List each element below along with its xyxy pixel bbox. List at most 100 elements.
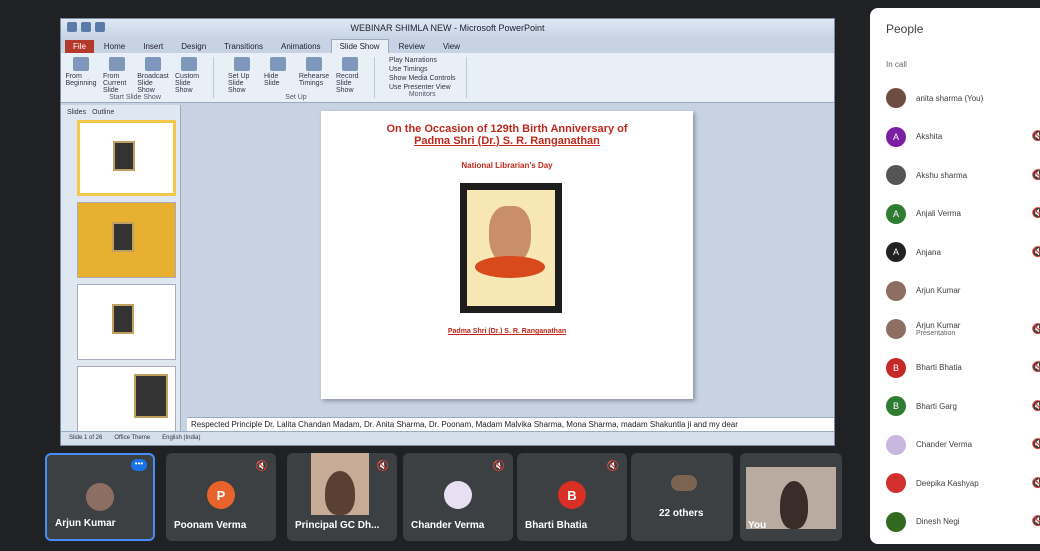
redo-icon[interactable] (95, 22, 105, 32)
quick-access-toolbar[interactable] (67, 22, 105, 32)
mic-off-icon: 🔇 (492, 461, 505, 472)
mic-off-icon[interactable]: 🔇 (1032, 208, 1040, 219)
tab-review[interactable]: Review (391, 40, 433, 53)
use-timings-checkbox[interactable]: Use Timings (389, 66, 456, 73)
slide-thumbnail-1[interactable] (77, 120, 176, 196)
avatar: B (558, 481, 586, 509)
mic-off-icon[interactable]: 🔇 (1032, 324, 1040, 335)
avatar: B (886, 357, 906, 378)
mic-off-icon[interactable]: 🔇 (1032, 170, 1040, 181)
portrait-image (460, 183, 562, 313)
mic-off-icon[interactable]: 🔇 (1032, 131, 1040, 142)
avatar (886, 280, 906, 301)
rehearse-timings-button[interactable]: Rehearse Timings (299, 57, 329, 94)
tab-insert[interactable]: Insert (135, 40, 171, 53)
slide-thumbnail-4[interactable] (77, 366, 176, 431)
tab-home[interactable]: Home (96, 40, 133, 53)
play-narrations-checkbox[interactable]: Play Narrations (389, 57, 456, 64)
portrait-thumbnail-icon (112, 140, 135, 171)
participant-row[interactable]: anita sharma (You) (886, 79, 1040, 118)
participant-name: anita sharma (You) (916, 93, 984, 103)
participant-row[interactable]: B Bharti Bhatia 🔇 (886, 349, 1040, 388)
tab-view[interactable]: View (435, 40, 468, 53)
setup-icon (234, 57, 250, 71)
participant-row[interactable]: B Bharti Garg 🔇 (886, 387, 1040, 426)
slide-thumbnail-2[interactable] (77, 202, 176, 278)
participant-name: Anjana (916, 247, 941, 257)
avatar: A (886, 242, 906, 263)
tile-poonam-verma[interactable]: 🔇 P Poonam Verma (166, 453, 276, 541)
from-beginning-button[interactable]: From Beginning (65, 57, 97, 94)
participant-row[interactable]: A Anjana 🔇 (886, 233, 1040, 272)
participant-name: Chander Verma (916, 440, 973, 450)
tile-self[interactable]: You (740, 453, 842, 541)
people-panel-title: People (886, 22, 924, 36)
participant-name: Anjali Verma (916, 209, 961, 219)
tile-name: Bharti Bhatia (525, 520, 588, 531)
avatar (886, 473, 906, 494)
tab-slides[interactable]: Slides (67, 109, 86, 116)
tile-principal[interactable]: 🔇 Principal GC Dh... (287, 453, 397, 541)
slideshow-icon (109, 57, 125, 71)
from-current-slide-button[interactable]: From Current Slide (103, 57, 131, 94)
mic-off-icon[interactable]: 🔇 (1032, 362, 1040, 373)
broadcast-button[interactable]: Broadcast Slide Show (137, 57, 169, 94)
record-slide-show-button[interactable]: Record Slide Show (336, 57, 364, 94)
participant-row[interactable]: A Anjali Verma 🔇 (886, 195, 1040, 234)
slide-heading-line2: Padma Shri (Dr.) S. R. Ranganathan (414, 135, 600, 147)
hide-slide-button[interactable]: Hide Slide (264, 57, 292, 94)
portrait-thumbnail-icon (111, 303, 134, 334)
more-options-icon[interactable]: ••• (131, 459, 147, 471)
participant-sub: Presentation (916, 330, 956, 338)
tile-arjun-kumar[interactable]: ••• Arjun Kumar (45, 453, 155, 541)
custom-slide-show-button[interactable]: Custom Slide Show (175, 57, 203, 94)
tab-file[interactable]: File (65, 40, 94, 53)
participant-name: Arjun Kumar (916, 321, 961, 331)
tab-animations[interactable]: Animations (273, 40, 329, 53)
save-icon[interactable] (67, 22, 77, 32)
participant-row[interactable]: Dinesh Negi 🔇 (886, 503, 1040, 542)
use-presenter-view-checkbox[interactable]: Use Presenter View (389, 84, 456, 91)
tile-others[interactable]: 22 others (631, 453, 733, 541)
participant-row[interactable]: Deepika Kashyap 🔇 (886, 464, 1040, 503)
editor-body: Slides Outline On the Occasion of 129th B… (61, 105, 834, 431)
current-slide[interactable]: On the Occasion of 129th Birth Anniversa… (321, 111, 693, 399)
shared-screen-presentation: WEBINAR SHIMLA NEW - Microsoft PowerPoin… (60, 18, 835, 446)
participant-name: Bharti Bhatia (916, 363, 962, 373)
tile-name: Arjun Kumar (55, 518, 116, 529)
participant-row[interactable]: Arjun Kumar Presentation 🔇 (886, 310, 1040, 349)
avatar (886, 165, 906, 186)
broadcast-icon (145, 57, 161, 71)
tab-outline[interactable]: Outline (92, 109, 114, 116)
show-media-controls-checkbox[interactable]: Show Media Controls (389, 75, 456, 82)
participant-row[interactable]: Akshu sharma 🔇 (886, 156, 1040, 195)
mic-off-icon: 🔇 (255, 461, 268, 472)
hide-slide-icon (270, 57, 286, 71)
tab-transitions[interactable]: Transitions (216, 40, 271, 53)
participant-name: Arjun Kumar (916, 286, 961, 296)
participant-name: Akshu sharma (916, 170, 968, 180)
timer-icon (306, 57, 322, 71)
participant-list: anita sharma (You) A Akshita 🔇 Akshu sharma 🔇… (886, 79, 1040, 541)
mic-off-icon[interactable]: 🔇 (1032, 516, 1040, 527)
tile-bharti-bhatia[interactable]: 🔇 B Bharti Bhatia (517, 453, 627, 541)
ribbon-group-start-slide-show: From Beginning From Current Slide Broadc… (65, 57, 214, 101)
tile-chander-verma[interactable]: 🔇 Chander Verma (403, 453, 513, 541)
avatar: A (886, 203, 906, 224)
mic-off-icon[interactable]: 🔇 (1032, 247, 1040, 258)
mic-off-icon[interactable]: 🔇 (1032, 478, 1040, 489)
slide-thumbnail-3[interactable] (77, 284, 176, 360)
slide-edit-area[interactable]: On the Occasion of 129th Birth Anniversa… (181, 105, 834, 431)
participant-name: Akshita (916, 132, 943, 142)
tab-slide-show[interactable]: Slide Show (330, 39, 389, 53)
participant-row[interactable]: Arjun Kumar (886, 272, 1040, 311)
participant-row[interactable]: Chander Verma 🔇 (886, 426, 1040, 465)
undo-icon[interactable] (81, 22, 91, 32)
record-icon (342, 57, 358, 71)
participant-row[interactable]: A Akshita 🔇 (886, 118, 1040, 157)
mic-off-icon[interactable]: 🔇 (1032, 439, 1040, 450)
speaker-notes[interactable]: Respected Principle Dr. Lalita Chandan M… (187, 417, 834, 431)
set-up-button[interactable]: Set Up Slide Show (228, 57, 256, 94)
tab-design[interactable]: Design (173, 40, 214, 53)
mic-off-icon[interactable]: 🔇 (1032, 401, 1040, 412)
